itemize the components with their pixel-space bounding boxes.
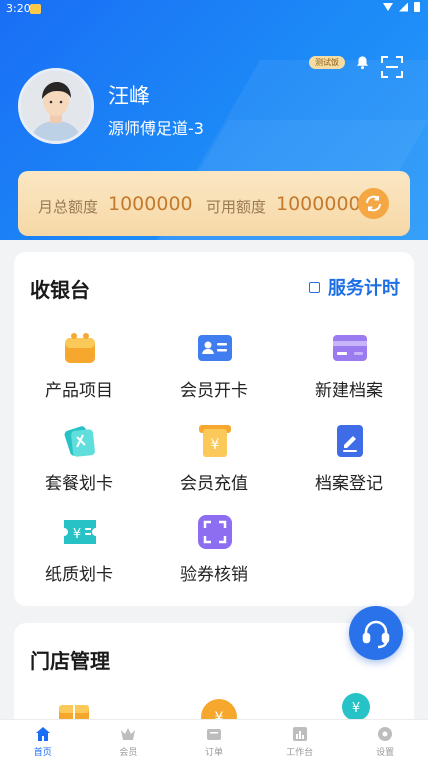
grid-item-label: 会员开卡 (180, 381, 248, 401)
customer-service-button[interactable] (349, 606, 403, 660)
store-management-title: 门店管理 (30, 649, 110, 673)
tab-order[interactable]: 订单 (171, 720, 257, 760)
paper-ticket-yuan-icon: ¥ (64, 520, 96, 544)
tab-label: 工作台 (286, 748, 314, 758)
cashier-title: 收银台 (30, 278, 90, 302)
available-quota-value: 1000000 (276, 193, 361, 215)
timer-icon (309, 281, 320, 293)
status-bar: 3:20 (0, 0, 428, 18)
scan-icon[interactable] (380, 55, 404, 79)
svg-text:¥: ¥ (352, 701, 360, 716)
order-icon (206, 729, 221, 740)
grid-item-paper-card[interactable]: ¥ 纸质划卡 (14, 514, 144, 594)
refresh-icon (366, 195, 381, 212)
svg-text:¥: ¥ (211, 437, 220, 453)
headset-icon (362, 620, 390, 649)
bell-icon[interactable] (355, 55, 370, 70)
tab-label: 设置 (376, 748, 395, 758)
home-icon (35, 727, 50, 741)
tab-home[interactable]: 首页 (0, 720, 86, 760)
grid-item-product[interactable]: 产品项目 (14, 330, 144, 410)
status-time: 3:20 (6, 2, 31, 15)
new-file-card-icon (333, 335, 367, 361)
refresh-button[interactable] (358, 188, 389, 219)
tab-label: 首页 (33, 748, 52, 758)
avatar-illustration (21, 71, 91, 141)
tab-workbench[interactable]: 工作台 (257, 720, 343, 760)
status-indicators (383, 2, 420, 12)
tab-settings[interactable]: 设置 (342, 720, 428, 760)
grid-item-label: 验券核销 (180, 565, 248, 585)
product-bag-icon (65, 333, 95, 363)
grid-item-coupon-verify[interactable]: 验券核销 (149, 514, 279, 594)
bottom-tab-bar: 首页 会员 订单 工作台 设置 (0, 719, 428, 760)
shop-name: 源师傅足道-3 (108, 119, 204, 138)
quota-card: 月总额度 1000000 可用额度 1000000 (18, 171, 410, 236)
tab-label: 会员 (119, 748, 138, 758)
grid-item-label: 档案登记 (315, 474, 383, 494)
service-timer-button[interactable]: 服务计时 (309, 274, 400, 300)
grid-item-label: 新建档案 (315, 381, 383, 401)
wifi-icon (383, 3, 393, 11)
monthly-quota-label: 月总额度 (38, 198, 99, 216)
grid-item-label: 产品项目 (45, 381, 113, 401)
recharge-yuan-icon: ¥ (199, 425, 231, 457)
member-card-icon (198, 335, 232, 361)
settings-icon (378, 727, 393, 741)
monthly-quota-value: 1000000 (108, 193, 193, 215)
grid-item-member-card[interactable]: 会员开卡 (149, 330, 279, 410)
grid-item-new-file[interactable]: 新建档案 (284, 330, 414, 410)
grid-item-register[interactable]: 档案登记 (284, 423, 414, 503)
user-name: 汪峰 (108, 84, 150, 108)
grid-item-label: 套餐划卡 (45, 474, 113, 494)
tab-label: 订单 (204, 748, 223, 758)
grid-item-label: 纸质划卡 (45, 565, 113, 585)
svg-text:¥: ¥ (73, 527, 81, 542)
signal-icon (399, 2, 408, 12)
available-quota-label: 可用额度 (206, 198, 267, 216)
notification-app-icon (30, 4, 41, 14)
workbench-icon (292, 727, 307, 741)
register-edit-icon (337, 425, 363, 457)
crown-icon (121, 728, 136, 740)
cashier-card: 收银台 服务计时 产品项目 会员开卡 新建档案 套餐划卡 ¥ 会员充值 档案登记… (14, 252, 414, 606)
package-card-icon (64, 426, 95, 457)
test-badge: 测试饭 (309, 56, 345, 69)
battery-icon (414, 2, 420, 12)
grid-item-label: 会员充值 (180, 474, 248, 494)
grid-item-package[interactable]: 套餐划卡 (14, 423, 144, 503)
grid-item-recharge[interactable]: ¥ 会员充值 (149, 423, 279, 503)
avatar[interactable] (18, 68, 94, 144)
coupon-scan-icon (198, 515, 232, 549)
service-timer-label: 服务计时 (328, 278, 400, 299)
tab-member[interactable]: 会员 (86, 720, 172, 760)
